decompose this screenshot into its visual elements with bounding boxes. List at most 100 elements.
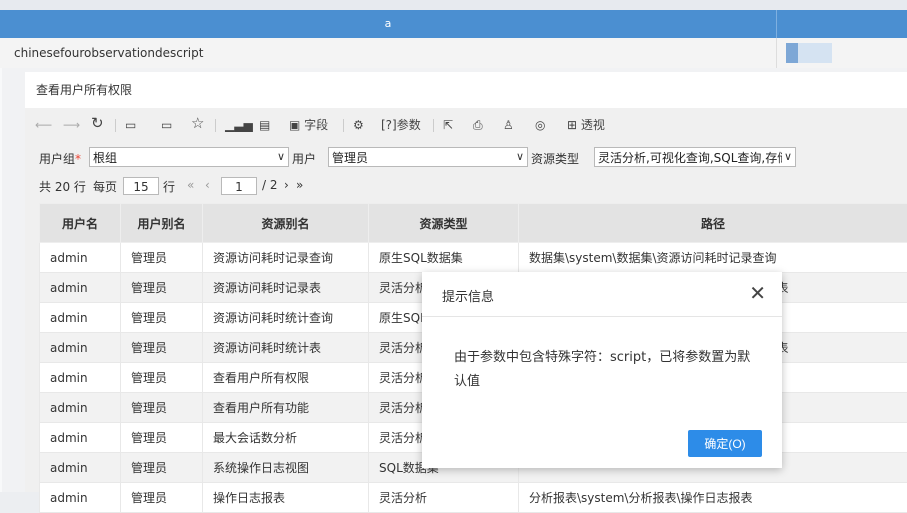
- user-group-label-text: 用户组: [39, 152, 75, 166]
- header-resource-alias[interactable]: 资源别名: [203, 204, 369, 243]
- pivot-icon: ⊞: [567, 118, 577, 132]
- table-header-row: 用户名 用户别名 资源别名 资源类型 路径: [40, 204, 907, 243]
- toolbar-divider: [115, 119, 116, 132]
- total-rows: 共 20 行: [39, 178, 86, 195]
- chevron-down-icon: ∨: [516, 147, 524, 167]
- user-icon[interactable]: ♙: [503, 116, 514, 134]
- param-button[interactable]: [?]参数: [381, 116, 421, 134]
- cell-resource-alias: 资源访问耗时记录查询: [203, 243, 369, 273]
- dialog-message: 由于参数中包含特殊字符：script，已将参数置为默认值: [454, 346, 754, 394]
- cell-user-alias: 管理员: [121, 333, 203, 363]
- header-path[interactable]: 路径: [519, 204, 907, 243]
- cell-resource-type: 原生SQL数据集: [369, 243, 519, 273]
- header-username[interactable]: 用户名: [40, 204, 121, 243]
- user-group-label: 用户组*: [39, 150, 81, 167]
- toolbar: ⟵ ⟶ ↻ ▭ ▭ ☆ ▁▃▅ ▤ ▣ 字段 ⚙ [?]参数 ⇱ ⎙ ♙ ◎ ⊞…: [25, 108, 907, 142]
- cell-user-alias: 管理员: [121, 423, 203, 453]
- cell-resource-alias: 查看用户所有权限: [203, 363, 369, 393]
- filter-bar: 用户组* 根组 ∨ 用户 管理员 ∨ 资源类型 灵活分析,可视化查询,SQL查询…: [25, 144, 907, 172]
- chart-icon[interactable]: ▁▃▅: [225, 116, 253, 134]
- cell-username: admin: [40, 273, 121, 303]
- table-row[interactable]: admin 管理员 资源访问耗时记录查询 原生SQL数据集 数据集\system…: [40, 243, 907, 273]
- cell-user-alias: 管理员: [121, 483, 203, 513]
- pivot-button[interactable]: ⊞ 透视: [567, 116, 605, 134]
- column-header-row: a: [0, 10, 907, 38]
- toolbar-divider: [343, 119, 344, 132]
- per-page-input[interactable]: 15: [123, 177, 159, 195]
- last-page-icon[interactable]: »: [296, 178, 303, 192]
- refresh-icon[interactable]: ↻: [91, 114, 104, 132]
- table-icon[interactable]: ▤: [259, 116, 270, 134]
- user-value: 管理员: [332, 151, 368, 165]
- cell-username: admin: [40, 483, 121, 513]
- panel-title: 查看用户所有权限: [36, 83, 132, 97]
- user-label: 用户: [292, 150, 316, 167]
- print-icon[interactable]: ⎙: [473, 116, 483, 134]
- prev-page-icon[interactable]: ‹: [205, 178, 210, 192]
- cell-user-alias: 管理员: [121, 393, 203, 423]
- chevron-down-icon: ∨: [277, 147, 285, 167]
- cell-username: admin: [40, 303, 121, 333]
- location-icon[interactable]: ◎: [535, 116, 545, 134]
- user-group-select[interactable]: 根组 ∨: [89, 147, 289, 167]
- cell-user-alias: 管理员: [121, 273, 203, 303]
- forward-arrow-icon[interactable]: ⟶: [63, 116, 80, 134]
- field-icon: ▣: [289, 118, 300, 132]
- cell-username: admin: [40, 363, 121, 393]
- dialog-header: 提示信息 ✕: [422, 272, 782, 317]
- cell-username: admin: [40, 453, 121, 483]
- panel-title-bar: 查看用户所有权限: [25, 72, 907, 108]
- first-page-icon[interactable]: «: [187, 178, 194, 192]
- cell-resource-alias: 资源访问耗时统计表: [203, 333, 369, 363]
- toolbar-divider: [215, 119, 216, 132]
- cell-resource-alias: 查看用户所有功能: [203, 393, 369, 423]
- save-icon[interactable]: ▭: [125, 116, 136, 134]
- cell-path: 数据集\system\数据集\资源访问耗时记录查询: [519, 243, 907, 273]
- data-bar-fill: [786, 43, 798, 63]
- resource-type-label: 资源类型: [531, 150, 579, 167]
- save-as-icon[interactable]: ▭: [161, 116, 172, 134]
- field-label: 字段: [304, 118, 328, 132]
- data-row: chinesefourobservationdescript: [0, 38, 907, 69]
- header-resource-type[interactable]: 资源类型: [369, 204, 519, 243]
- info-dialog: 提示信息 ✕ 由于参数中包含特殊字符：script，已将参数置为默认值 确定(O…: [422, 272, 782, 468]
- favorite-star-icon[interactable]: ☆: [191, 114, 204, 132]
- back-arrow-icon[interactable]: ⟵: [35, 116, 52, 134]
- settings-gear-icon[interactable]: ⚙: [353, 116, 364, 134]
- pager: 共 20 行 每页 15 行 « ‹ 1 / 2 › »: [25, 174, 907, 198]
- cell-user-alias: 管理员: [121, 303, 203, 333]
- data-bar: [786, 43, 832, 63]
- cell-user-alias: 管理员: [121, 453, 203, 483]
- cell-resource-alias: 最大会话数分析: [203, 423, 369, 453]
- resource-type-select[interactable]: 灵活分析,可视化查询,SQL查询,存储 ∨: [594, 147, 796, 167]
- export-icon[interactable]: ⇱: [443, 116, 453, 134]
- field-button[interactable]: ▣ 字段: [289, 116, 328, 134]
- table-row[interactable]: admin 管理员 操作日志报表 灵活分析 分析报表\system\分析报表\操…: [40, 483, 907, 513]
- close-icon[interactable]: ✕: [749, 281, 766, 305]
- resource-type-value: 灵活分析,可视化查询,SQL查询,存储: [598, 151, 789, 165]
- page-input[interactable]: 1: [221, 177, 257, 195]
- user-group-value: 根组: [93, 151, 117, 165]
- cell-user-alias: 管理员: [121, 363, 203, 393]
- toolbar-divider: [433, 119, 434, 132]
- cell-resource-alias: 操作日志报表: [203, 483, 369, 513]
- cell-user-alias: 管理员: [121, 243, 203, 273]
- cell-resource-alias: 资源访问耗时统计查询: [203, 303, 369, 333]
- column-header-a[interactable]: a: [0, 10, 777, 38]
- total-pages: / 2: [262, 178, 278, 192]
- cell-divider: [776, 38, 777, 68]
- cell-resource-alias: 资源访问耗时记录表: [203, 273, 369, 303]
- left-edge: [0, 68, 2, 492]
- row-unit-label: 行: [163, 178, 175, 195]
- cell-path: 分析报表\system\分析报表\操作日志报表: [519, 483, 907, 513]
- cell-username: admin: [40, 333, 121, 363]
- row-cell-text[interactable]: chinesefourobservationdescript: [14, 38, 203, 68]
- cell-username: admin: [40, 243, 121, 273]
- next-page-icon[interactable]: ›: [284, 178, 289, 192]
- required-mark: *: [75, 152, 81, 166]
- header-user-alias[interactable]: 用户别名: [121, 204, 203, 243]
- cell-resource-type: 灵活分析: [369, 483, 519, 513]
- user-select[interactable]: 管理员 ∨: [328, 147, 528, 167]
- ok-button[interactable]: 确定(O): [688, 430, 762, 457]
- cell-username: admin: [40, 423, 121, 453]
